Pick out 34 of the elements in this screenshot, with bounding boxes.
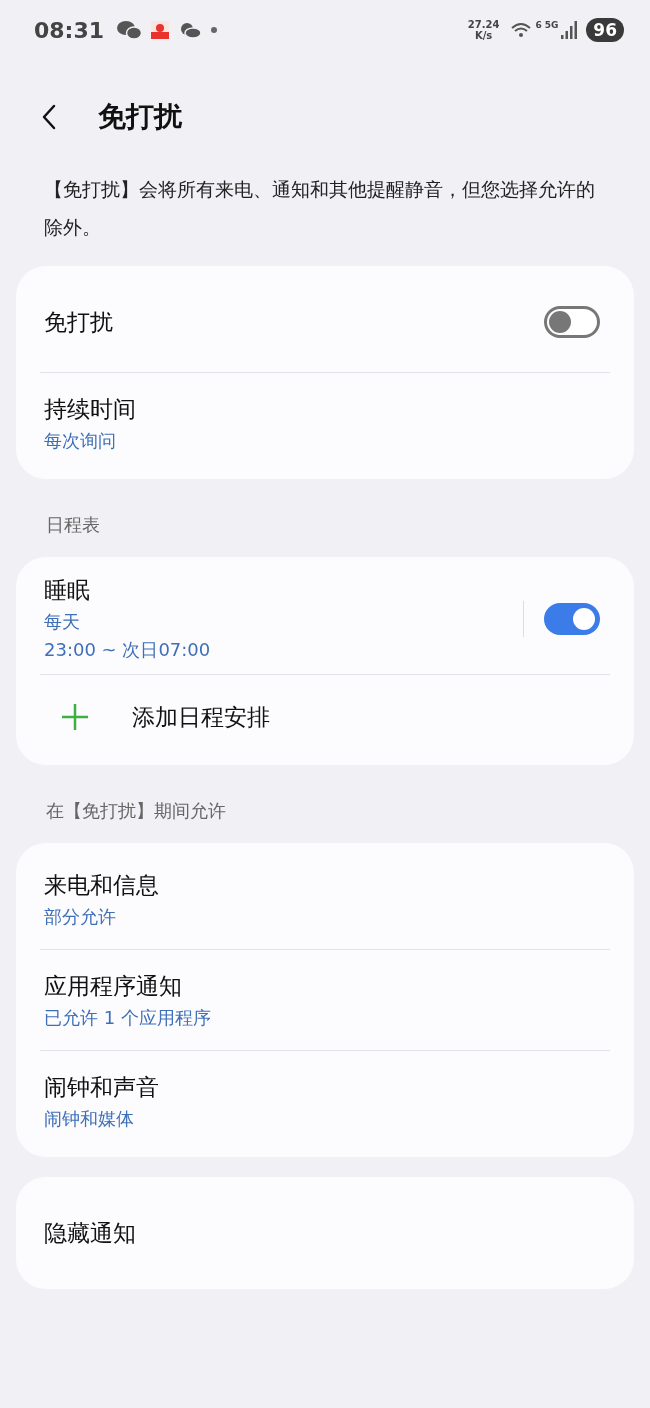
- description-text: 【免打扰】会将所有来电、通知和其他提醒静音，但您选择允许的除外。: [44, 177, 596, 240]
- page-title: 免打扰: [98, 99, 182, 135]
- weather-cloud-icon: [178, 20, 203, 40]
- toggle-switch[interactable]: [544, 306, 600, 338]
- setting-summary: 每次询问: [44, 428, 117, 453]
- wifi-label: 6: [535, 20, 542, 30]
- dot-icon: [210, 26, 219, 34]
- schedule-days: 每天: [44, 610, 523, 634]
- app-notification-icon: [150, 20, 171, 40]
- setting-title[interactable]: 应用程序通知: [44, 970, 600, 1002]
- setting-title: 免打扰: [44, 307, 114, 337]
- back-icon: [42, 104, 56, 130]
- section-heading: 在【免打扰】期间允许: [46, 799, 227, 823]
- battery-level: 96: [586, 18, 624, 42]
- setting-summary: 部分允许: [44, 904, 117, 929]
- toggle-switch[interactable]: [544, 602, 600, 635]
- setting-summary: 闹钟和媒体: [44, 1106, 135, 1131]
- chat-bubbles-icon: [116, 20, 143, 40]
- clock-time: 08:31: [34, 17, 105, 43]
- speed-unit: K/s: [474, 30, 493, 41]
- add-schedule-link[interactable]: 添加日程安排: [132, 701, 600, 733]
- schedule-title[interactable]: 睡眠: [44, 575, 523, 606]
- setting-title[interactable]: 来电和信息: [44, 869, 600, 901]
- schedule-time: 23:00 ~ 次日07:00: [44, 638, 212, 662]
- wifi-icon: [510, 21, 533, 39]
- setting-summary: 已允许 1 个应用程序: [44, 1005, 212, 1030]
- section-heading: 日程表: [46, 513, 101, 537]
- signal-icon: [561, 21, 578, 39]
- network-type: 5G: [544, 20, 559, 30]
- network-speed: 27.24: [467, 19, 500, 30]
- plus-icon: [60, 702, 90, 732]
- setting-title[interactable]: 持续时间: [44, 393, 600, 425]
- setting-title[interactable]: 隐藏通知: [44, 1217, 600, 1249]
- setting-title[interactable]: 闹钟和声音: [44, 1071, 600, 1103]
